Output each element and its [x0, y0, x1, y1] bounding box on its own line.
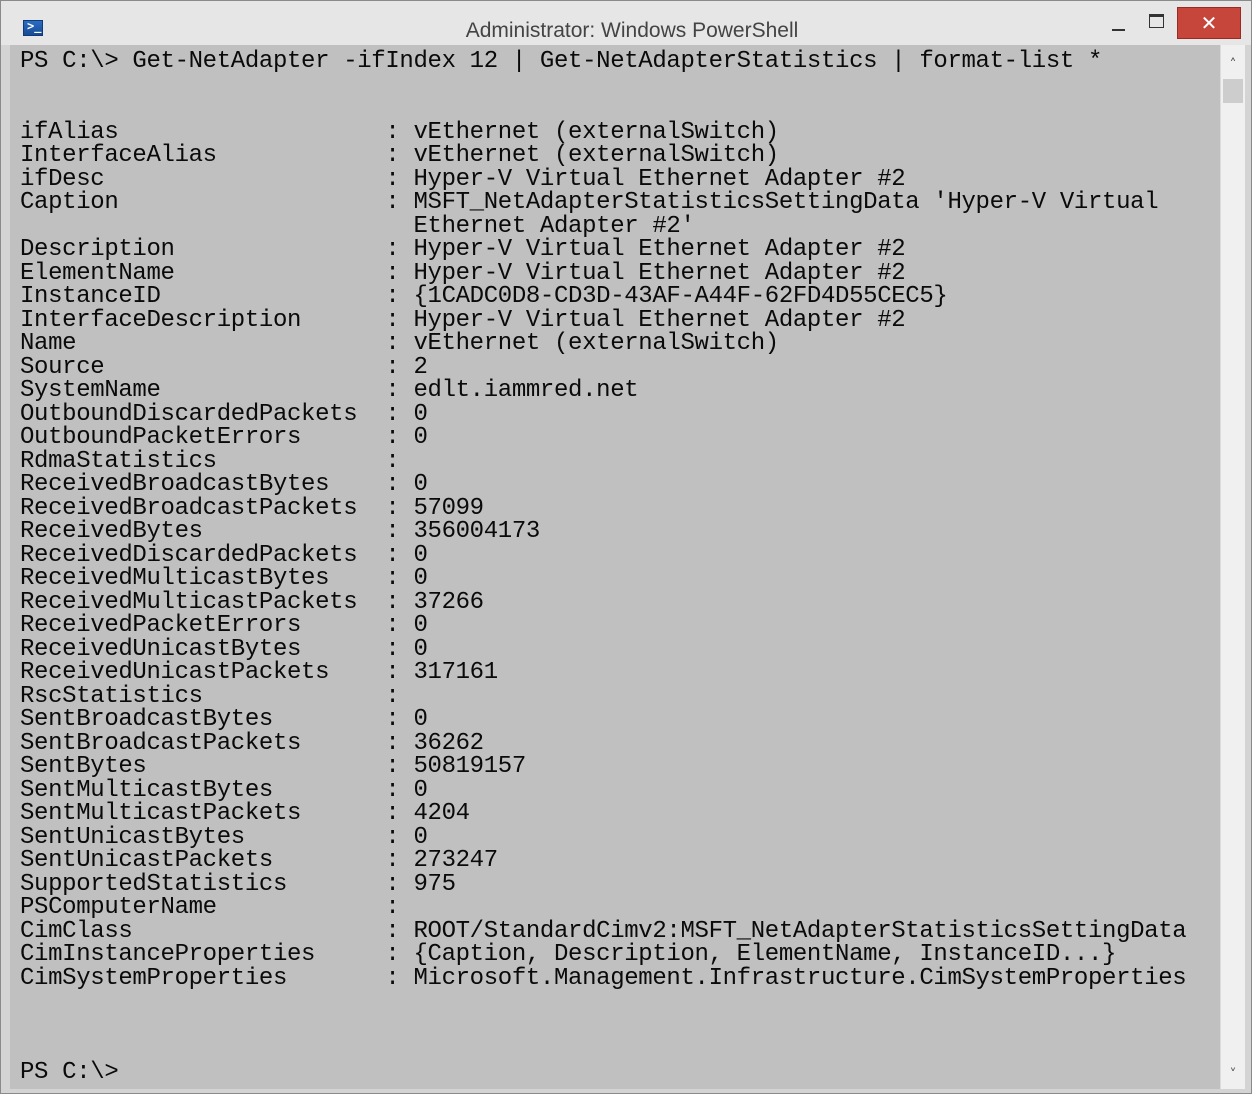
powershell-window: >_ Administrator: Windows PowerShell ✕ P… [0, 0, 1252, 1094]
scrollbar-thumb[interactable] [1223, 79, 1243, 103]
title-bar[interactable]: >_ Administrator: Windows PowerShell ✕ [1, 1, 1251, 45]
close-button[interactable]: ✕ [1177, 7, 1241, 39]
console-output[interactable]: PS C:\> Get-NetAdapter -ifIndex 12 | Get… [10, 45, 1220, 1089]
maximize-button[interactable] [1138, 7, 1174, 37]
window-title: Administrator: Windows PowerShell [465, 19, 799, 42]
scroll-up-arrow-icon[interactable]: ˄ [1221, 53, 1245, 77]
vertical-scrollbar[interactable]: ˄ ˅ [1220, 45, 1245, 1089]
scroll-down-arrow-icon[interactable]: ˅ [1221, 1063, 1245, 1087]
minimize-button[interactable] [1102, 7, 1136, 37]
console-text: PS C:\> Get-NetAdapter -ifIndex 12 | Get… [20, 48, 1187, 1086]
close-icon: ✕ [1200, 11, 1218, 35]
